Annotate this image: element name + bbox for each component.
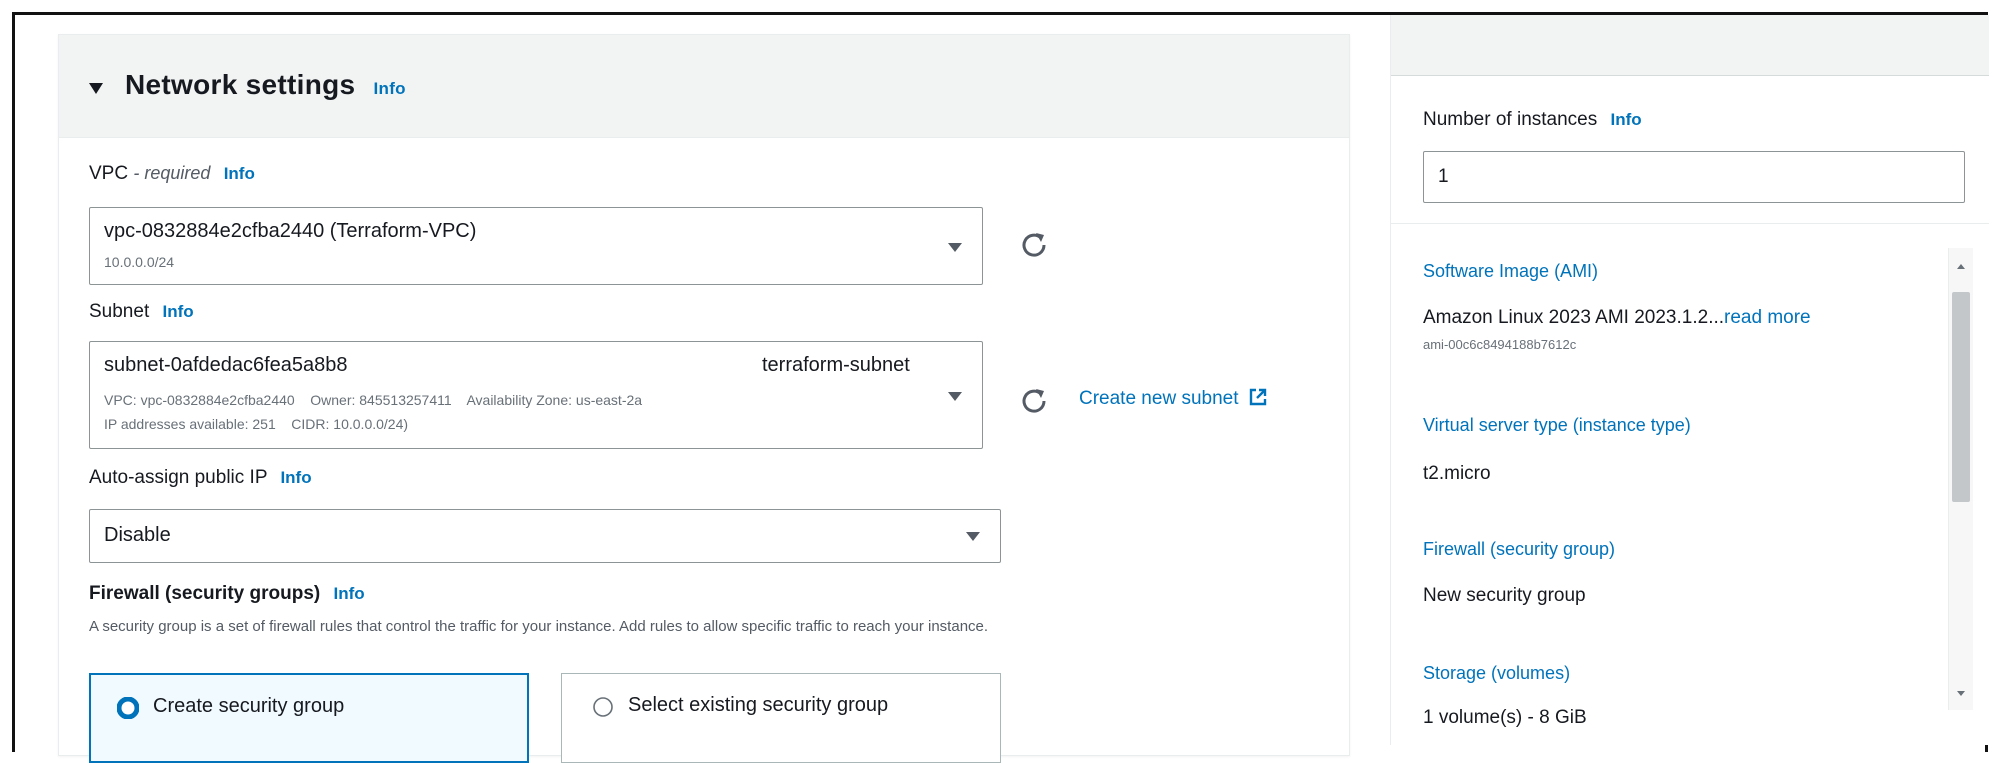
firewall-label: Firewall (security groups) Info xyxy=(89,583,365,605)
subnet-details-2: IP addresses available: 251 CIDR: 10.0.0… xyxy=(104,416,409,432)
firewall-summary-label[interactable]: Firewall (security group) xyxy=(1423,539,1615,560)
section-title: Network settings Info xyxy=(125,69,406,101)
create-security-group-tile[interactable]: Create security group xyxy=(89,673,529,763)
public-ip-info-link[interactable]: Info xyxy=(280,468,311,487)
radio-unselected-icon[interactable] xyxy=(592,696,614,718)
vpc-select-value: vpc-0832884e2cfba2440 (Terraform-VPC) xyxy=(104,220,477,242)
refresh-subnet-icon[interactable] xyxy=(1019,385,1049,415)
external-link-icon xyxy=(1249,388,1266,406)
vpc-label: VPC - required Info xyxy=(89,163,255,185)
public-ip-select-value: Disable xyxy=(104,524,171,546)
create-security-group-label: Create security group xyxy=(153,695,345,717)
instance-type-label[interactable]: Virtual server type (instance type) xyxy=(1423,415,1691,436)
vpc-label-text: VPC xyxy=(89,163,129,184)
section-title-text: Network settings xyxy=(125,69,356,100)
subnet-select[interactable]: subnet-0afdedac6fea5a8b8 terraform-subne… xyxy=(89,341,983,449)
firewall-summary-value: New security group xyxy=(1423,585,1586,606)
network-settings-header[interactable]: Network settings Info xyxy=(59,35,1349,138)
refresh-vpc-icon[interactable] xyxy=(1019,229,1049,259)
create-new-subnet-text: Create new subnet xyxy=(1079,388,1239,409)
summary-panel: Number of instances Info 1 Software Imag… xyxy=(1390,15,1989,745)
instance-type-value: t2.micro xyxy=(1423,463,1491,484)
firewall-label-text: Firewall (security groups) xyxy=(89,583,321,604)
vpc-select[interactable]: vpc-0832884e2cfba2440 (Terraform-VPC) 10… xyxy=(89,207,983,285)
create-new-subnet-link[interactable]: Create new subnet xyxy=(1079,387,1268,410)
vpc-info-link[interactable]: Info xyxy=(224,164,255,183)
scroll-up-icon[interactable] xyxy=(1949,258,1973,274)
radio-selected-icon[interactable] xyxy=(117,697,139,719)
ami-label[interactable]: Software Image (AMI) xyxy=(1423,261,1598,282)
storage-label[interactable]: Storage (volumes) xyxy=(1423,663,1570,684)
public-ip-label-text: Auto-assign public IP xyxy=(89,467,268,488)
ami-id: ami-00c6c8494188b7612c xyxy=(1423,337,1577,352)
firewall-description: A security group is a set of firewall ru… xyxy=(89,618,989,635)
scroll-thumb[interactable] xyxy=(1952,292,1970,502)
instances-input-value: 1 xyxy=(1438,166,1449,187)
ami-read-more-link[interactable]: read more xyxy=(1724,307,1811,328)
subnet-label-text: Subnet xyxy=(89,301,150,322)
info-link[interactable]: Info xyxy=(374,79,406,98)
vpc-cidr: 10.0.0.0/24 xyxy=(104,254,175,270)
subnet-select-value: subnet-0afdedac6fea5a8b8 xyxy=(104,354,348,376)
summary-scrollbar[interactable] xyxy=(1948,248,1973,710)
caret-down-icon[interactable] xyxy=(89,83,103,94)
subnet-name: terraform-subnet xyxy=(762,354,910,376)
scroll-down-icon[interactable] xyxy=(1949,686,1973,702)
instances-input[interactable]: 1 xyxy=(1423,151,1965,203)
public-ip-select[interactable]: Disable xyxy=(89,509,1001,563)
instances-label-text: Number of instances xyxy=(1423,109,1598,130)
chevron-down-icon xyxy=(948,243,962,252)
select-existing-security-group-label: Select existing security group xyxy=(628,694,889,716)
network-settings-panel: Network settings Info VPC - required Inf… xyxy=(58,34,1350,763)
subnet-info-link[interactable]: Info xyxy=(163,302,194,321)
firewall-info-link[interactable]: Info xyxy=(334,584,365,603)
ami-value-text: Amazon Linux 2023 AMI 2023.1.2... xyxy=(1423,307,1725,328)
storage-value: 1 volume(s) - 8 GiB xyxy=(1423,707,1587,728)
select-existing-security-group-tile[interactable]: Select existing security group xyxy=(561,673,1001,763)
public-ip-label: Auto-assign public IP Info xyxy=(89,467,312,489)
ami-value: Amazon Linux 2023 AMI 2023.1.2...read mo… xyxy=(1423,307,1811,329)
subnet-label: Subnet Info xyxy=(89,301,194,323)
chevron-down-icon xyxy=(948,392,962,401)
instances-label: Number of instances Info xyxy=(1423,109,1642,131)
subnet-details-1: VPC: vpc-0832884e2cfba2440 Owner: 845513… xyxy=(104,392,643,408)
chevron-down-icon xyxy=(966,532,980,541)
summary-divider xyxy=(1391,223,1989,224)
summary-panel-top xyxy=(1391,15,1989,76)
vpc-required-text: - required xyxy=(133,163,211,183)
instances-info-link[interactable]: Info xyxy=(1611,110,1642,129)
